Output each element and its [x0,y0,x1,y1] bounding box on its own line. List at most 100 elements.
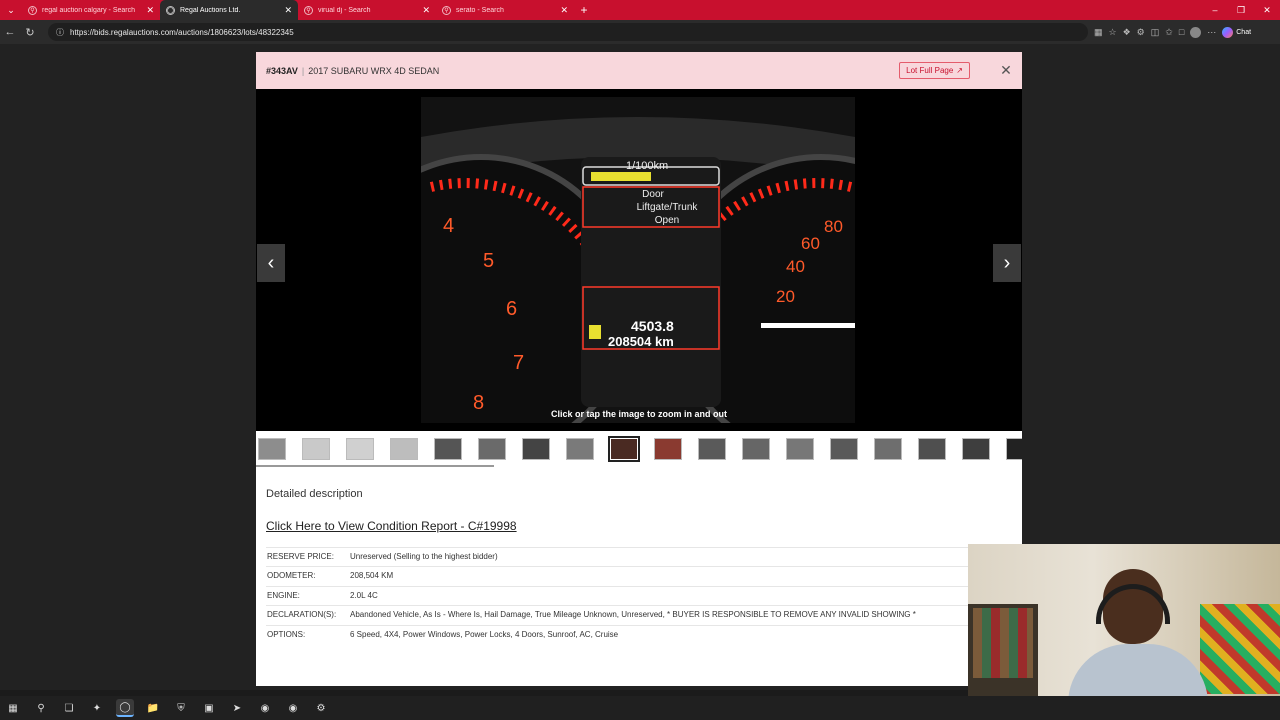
chat-label: Chat [1236,28,1252,36]
tab-serato-search[interactable]: ⚲ serato - Search ✕ [436,0,574,20]
lot-full-page-button[interactable]: Lot Full Page ↗ [899,62,970,79]
extension-icon[interactable]: ❖ [1123,27,1131,38]
close-window-icon[interactable]: ✕ [1254,5,1280,16]
description-heading: Detailed description [266,488,363,500]
lot-title: 2017 SUBARU WRX 4D SEDAN [308,65,440,76]
table-row: ENGINE: 2.0L 4C [266,585,1026,606]
thumbnail[interactable] [346,438,374,460]
tab-title: Regal Auctions Ltd. [180,6,241,14]
previous-photo-button[interactable]: ‹ [257,244,285,282]
copilot-app-icon[interactable]: ✦ [88,699,106,717]
odometer-readout: 208504 km [608,334,674,349]
tab-virual-dj-search[interactable]: ⚲ virual dj - Search ✕ [298,0,436,20]
app-icon[interactable]: ◉ [284,699,302,717]
thumbnail[interactable] [1006,438,1022,460]
split-screen-icon[interactable]: ◫ [1151,27,1160,38]
favorites-icon[interactable]: ✩ [1165,27,1173,38]
store-icon[interactable]: ▣ [200,699,218,717]
search-icon: ⚲ [28,5,37,15]
profile-avatar[interactable] [1190,26,1202,38]
more-options-icon[interactable]: ⋯ [1207,27,1216,38]
tab-close-icon[interactable]: ✕ [422,5,430,16]
webcam-figures [973,608,1033,678]
lot-modal: #343AV | 2017 SUBARU WRX 4D SEDAN Lot Fu… [256,52,1026,686]
favorite-star-icon[interactable]: ☆ [1109,27,1117,38]
search-icon: ⚲ [442,5,451,15]
thumbnail-scrollbar[interactable] [256,465,494,467]
table-row: DECLARATION(S): Abandoned Vehicle, As Is … [266,605,1026,626]
copilot-icon [1222,26,1234,38]
send-app-icon[interactable]: ➤ [228,699,246,717]
spec-label: ODOMETER: [266,566,349,587]
lot-photo[interactable]: 4 5 6 7 8 80 60 40 20 1/100km Door Liftg… [421,97,855,423]
settings-icon[interactable]: ⚙ [312,699,330,717]
thumbnail[interactable] [698,438,726,460]
thumbnail[interactable] [478,438,506,460]
edge-browser-icon[interactable]: ◯ [116,699,134,717]
site-info-icon[interactable]: ⓘ [56,27,64,38]
thumbnail[interactable] [654,438,682,460]
thumbnail[interactable] [918,438,946,460]
consumption-readout: 1/100km [626,160,668,172]
next-photo-button[interactable]: › [993,244,1021,282]
file-explorer-icon[interactable]: 📁 [144,699,162,717]
thumbnail[interactable] [874,438,902,460]
new-tab-icon[interactable]: + [574,3,594,17]
media-app-icon[interactable]: ◉ [256,699,274,717]
tab-close-icon[interactable]: ✕ [284,5,292,16]
thumbnail-strip [256,431,1022,467]
tab-close-icon[interactable]: ✕ [146,5,154,16]
thumbnail[interactable] [390,438,418,460]
spec-label: RESERVE PRICE: [266,546,349,567]
tab-actions-menu-icon[interactable]: ⌄ [0,0,22,20]
table-row: RESERVE PRICE: Unreserved (Selling to the… [266,546,1026,567]
screen: ⌄ ⚲ regal auction calgary - Search ✕ ◯ R… [0,0,1280,720]
task-view-icon[interactable]: ❏ [60,699,78,717]
lot-modal-header: #343AV | 2017 SUBARU WRX 4D SEDAN Lot Fu… [256,52,1022,89]
back-icon[interactable]: ← [0,26,20,38]
globe-icon: ◯ [166,5,175,15]
thumbnail[interactable] [522,438,550,460]
refresh-icon[interactable]: ↻ [20,26,40,39]
condition-report-link[interactable]: Click Here to View Condition Report - C#… [266,519,1012,533]
tab-regal-auctions[interactable]: ◯ Regal Auctions Ltd. ✕ [160,0,298,20]
thumbnail-selected[interactable] [608,436,640,462]
thumbnail[interactable] [434,438,462,460]
thumbnail[interactable] [258,438,286,460]
reading-mode-icon[interactable]: ▦ [1094,27,1103,38]
svg-text:6: 6 [506,298,517,320]
table-row: ODOMETER: 208,504 KM [266,566,1026,587]
close-icon[interactable]: ✕ [1000,62,1012,79]
security-shield-icon[interactable]: ⛨ [172,699,190,717]
minimize-icon[interactable]: – [1202,5,1228,16]
tab-title: serato - Search [456,6,504,14]
photo-message-line: Liftgate/Trunk [637,202,699,213]
browser-tab-strip: ⌄ ⚲ regal auction calgary - Search ✕ ◯ R… [0,0,1280,20]
photo-message-line: Door [642,189,664,200]
svg-text:20: 20 [776,287,795,306]
svg-text:60: 60 [801,234,820,253]
extensions-puzzle-icon[interactable]: ⚙ [1137,27,1145,38]
thumbnail[interactable] [830,438,858,460]
thumbnail[interactable] [302,438,330,460]
url-text: https://bids.regalauctions.com/auctions/… [70,27,294,37]
svg-text:5: 5 [483,250,494,272]
collections-icon[interactable]: □ [1179,27,1184,37]
address-bar[interactable]: ⓘ https://bids.regalauctions.com/auction… [48,23,1088,41]
thumbnail[interactable] [962,438,990,460]
copilot-chat-button[interactable]: Chat [1222,26,1252,38]
thumbnail[interactable] [786,438,814,460]
tab-regal-search[interactable]: ⚲ regal auction calgary - Search ✕ [22,0,160,20]
thumbnail[interactable] [742,438,770,460]
tab-close-icon[interactable]: ✕ [560,5,568,16]
start-icon[interactable]: ▦ [4,699,22,717]
full-page-label: Lot Full Page [906,66,954,75]
thumbnail[interactable] [566,438,594,460]
trip-readout: 4503.8 [631,318,674,334]
spec-value: Abandoned Vehicle, As Is - Where Is, Hai… [349,605,1026,626]
restore-icon[interactable]: ❐ [1228,5,1254,16]
webcam-overlay [968,544,1280,720]
photo-message-line: Open [655,215,679,226]
search-icon[interactable]: ⚲ [32,699,50,717]
spec-value: 208,504 KM [349,566,1026,587]
